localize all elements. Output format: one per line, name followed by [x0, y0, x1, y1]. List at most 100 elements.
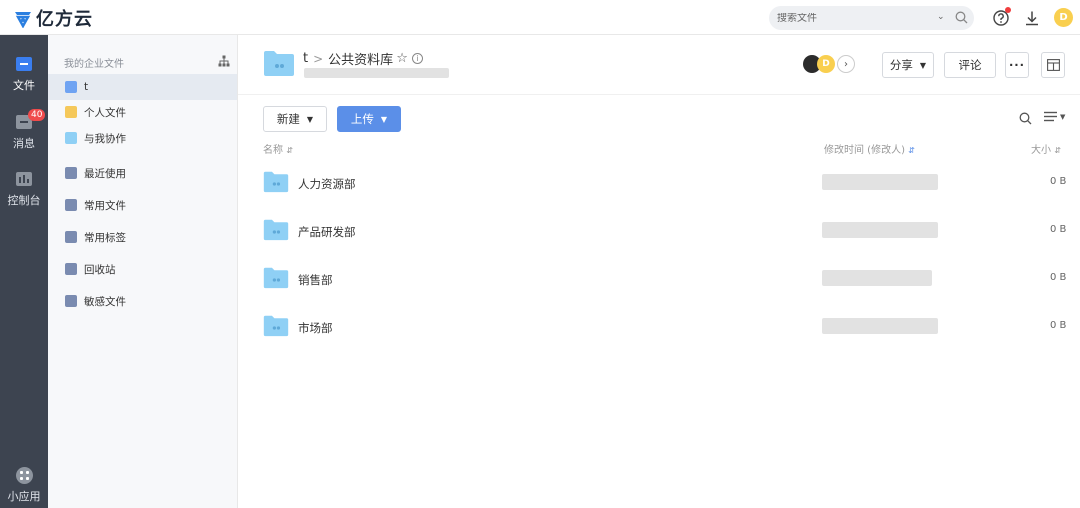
help-icon[interactable]: [991, 7, 1011, 28]
table-row[interactable]: 销售部 0 B: [238, 254, 1080, 302]
upload-button[interactable]: 上传 ▼: [337, 106, 401, 132]
rail-item-label: 控制台: [7, 194, 41, 207]
column-header-name[interactable]: 名称 ⇵: [263, 141, 293, 156]
org-chart-icon[interactable]: [218, 55, 230, 67]
member-avatar: D: [817, 55, 835, 73]
share-label: 分享: [889, 58, 913, 72]
new-label: 新建: [276, 112, 300, 126]
search-icon[interactable]: [955, 11, 968, 24]
sidebar-item-label: t: [84, 81, 89, 93]
folder-icon: [263, 267, 289, 289]
column-header-size[interactable]: 大小 ⇵: [1031, 141, 1061, 156]
chevron-down-icon[interactable]: ⌄: [937, 12, 945, 22]
caret-down-icon: ▼: [380, 114, 388, 124]
sort-icon: ⇵: [1054, 146, 1061, 155]
folder-icon: [263, 315, 289, 337]
caret-down-icon: ▼: [919, 60, 927, 70]
recent-icon: [65, 167, 77, 179]
sidebar-item-label: 最近使用: [84, 167, 126, 180]
folder-icon: [263, 219, 289, 241]
rail-item-messages[interactable]: 40 消息: [0, 109, 48, 151]
rail-item-apps[interactable]: 小应用: [0, 467, 48, 504]
collab-folder-icon: [65, 132, 77, 144]
header-divider: [238, 94, 1080, 95]
top-bar: 亿方云 ⌄ D: [0, 0, 1080, 35]
modified-redacted: [822, 222, 938, 238]
logo-text: 亿方云: [36, 9, 93, 30]
rail-item-label: 文件: [13, 79, 35, 92]
table-row[interactable]: 人力资源部 0 B: [238, 158, 1080, 206]
breadcrumb: t > 公共资料库 ☆ i: [303, 49, 423, 68]
row-size: 0 B: [1050, 176, 1067, 187]
sidebar: 我的企业文件 t 个人文件 与我协作 最近使用 常用文件 常用标签 回收站 敏感…: [48, 35, 238, 508]
team-folder-icon: [65, 81, 77, 93]
folder-icon: [264, 51, 294, 76]
list-view-icon: [1044, 111, 1057, 122]
logo-icon: [15, 12, 31, 28]
table-row[interactable]: 产品研发部 0 B: [238, 206, 1080, 254]
star-icon[interactable]: ☆: [396, 51, 408, 66]
rail-item-console[interactable]: 控制台: [0, 172, 48, 208]
app-logo[interactable]: 亿方云: [13, 7, 93, 30]
info-icon[interactable]: i: [411, 53, 423, 64]
rail-item-files[interactable]: 文件: [0, 57, 48, 93]
more-icon: ···: [1008, 58, 1026, 72]
rail-item-label: 消息: [13, 137, 35, 150]
user-avatar[interactable]: D: [1054, 8, 1073, 27]
sidebar-item-sensitive[interactable]: 敏感文件: [48, 288, 237, 314]
sidebar-item-label: 个人文件: [84, 106, 126, 119]
column-header-label: 修改时间 (修改人): [824, 145, 905, 156]
folder-icon: [263, 171, 289, 193]
share-button[interactable]: 分享 ▼: [882, 52, 934, 78]
sort-icon: ⇵: [286, 146, 293, 155]
column-header-label: 大小: [1031, 145, 1051, 156]
caret-down-icon: ▼: [1060, 112, 1066, 121]
more-options-button[interactable]: ···: [1005, 52, 1029, 78]
member-avatars[interactable]: D ›: [803, 55, 855, 73]
sidebar-item-trash[interactable]: 回收站: [48, 256, 237, 282]
row-name[interactable]: 产品研发部: [298, 224, 356, 240]
chevron-right-icon[interactable]: ›: [837, 55, 855, 73]
star-icon: [65, 199, 77, 211]
sidebar-item-label: 敏感文件: [84, 295, 126, 308]
sidebar-item-team-t[interactable]: t: [48, 74, 237, 100]
modified-redacted: [822, 270, 932, 286]
main-panel: t > 公共资料库 ☆ i D › 分享 ▼ 评论 ··· 新建 ▼ 上传 ▼: [238, 35, 1080, 508]
row-size: 0 B: [1050, 224, 1067, 235]
sort-icon: ⇵: [908, 146, 915, 155]
files-icon: [16, 57, 32, 71]
breadcrumb-root[interactable]: t: [303, 51, 308, 66]
table-row[interactable]: 市场部 0 B: [238, 302, 1080, 350]
folder-meta-redacted: [304, 68, 449, 78]
caret-down-icon: ▼: [306, 114, 314, 124]
sidebar-item-label: 常用文件: [84, 199, 126, 212]
sidebar-item-label: 回收站: [84, 263, 116, 276]
comment-button[interactable]: 评论: [944, 52, 996, 78]
row-size: 0 B: [1050, 320, 1067, 331]
layout-toggle-button[interactable]: [1041, 52, 1065, 78]
row-name[interactable]: 人力资源部: [298, 176, 356, 192]
tag-icon: [65, 231, 77, 243]
download-icon[interactable]: [1022, 8, 1042, 28]
search-box[interactable]: ⌄: [769, 6, 974, 30]
sidebar-item-tags[interactable]: 常用标签: [48, 224, 237, 250]
row-name[interactable]: 销售部: [298, 272, 333, 288]
sidebar-item-recent[interactable]: 最近使用: [48, 160, 237, 186]
trash-icon: [65, 263, 77, 275]
column-header-modified[interactable]: 修改时间 (修改人) ⇵: [824, 141, 915, 156]
new-button[interactable]: 新建 ▼: [263, 106, 327, 132]
sidebar-item-label: 与我协作: [84, 132, 126, 145]
sidebar-header: 我的企业文件: [64, 59, 124, 70]
search-icon[interactable]: [1019, 112, 1032, 125]
column-header-label: 名称: [263, 145, 283, 156]
search-input[interactable]: [777, 12, 927, 24]
modified-redacted: [822, 174, 938, 190]
left-rail: 文件 40 消息 控制台 小应用: [0, 35, 48, 508]
sidebar-item-collab[interactable]: 与我协作: [48, 125, 237, 151]
rail-item-label: 小应用: [7, 490, 41, 503]
sidebar-item-favorites[interactable]: 常用文件: [48, 192, 237, 218]
notification-dot: [1005, 7, 1011, 13]
view-menu-button[interactable]: ▼: [1044, 111, 1065, 122]
row-name[interactable]: 市场部: [298, 320, 333, 336]
sidebar-item-personal[interactable]: 个人文件: [48, 99, 237, 125]
